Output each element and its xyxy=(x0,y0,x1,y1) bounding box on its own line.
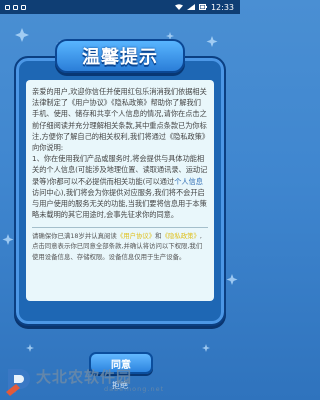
user-agreement-link[interactable]: 《用户协议》 xyxy=(117,232,155,240)
status-bar: 12:33 xyxy=(0,0,240,14)
battery-icon xyxy=(198,4,207,10)
divider xyxy=(32,227,208,228)
dialog-title-plate: 温馨提示 xyxy=(55,39,185,73)
dialog-content: 亲爱的用户,欢迎你信任并使用红包乐消消我们依据相关法律制定了《用户协议》《隐私政… xyxy=(26,80,214,301)
dialog-title: 温馨提示 xyxy=(82,47,158,68)
policy-item-1: 1、你在使用我们产品或服务时,将会提供与具体功能相关的个人信息(可能涉及地理位置… xyxy=(32,153,208,220)
watermark-logo-icon xyxy=(6,369,30,396)
notification-icon xyxy=(5,4,10,10)
notification-icon xyxy=(13,4,18,10)
policy-item-1-cont: 访问中心),我们将会为你提供对应服务,我们将不会开启与用户使用的服务无关的功能,… xyxy=(32,187,207,220)
notification-icon xyxy=(21,4,26,10)
signal-icon xyxy=(186,4,195,10)
watermark-url: dabeinong.net xyxy=(104,385,165,393)
policy-intro: 亲爱的用户,欢迎你信任并使用红包乐消消我们依据相关法律制定了《用户协议》《隐私政… xyxy=(32,87,207,153)
policy-scroll-area[interactable]: 亲爱的用户,欢迎你信任并使用红包乐消消我们依据相关法律制定了《用户协议》《隐私政… xyxy=(32,86,208,224)
consent-text: 请确保你已满18岁并认真阅读《用户协议》和《隐私政策》,点击同意表示你已同意全部… xyxy=(32,231,208,262)
consent-prefix: 请确保你已满18岁并认真阅读 xyxy=(32,232,117,240)
notification-icons xyxy=(0,4,26,10)
clock: 12:33 xyxy=(210,2,234,12)
wifi-icon xyxy=(174,4,183,10)
privacy-policy-link[interactable]: 《隐私政策》 xyxy=(162,232,200,240)
status-right: 12:33 xyxy=(174,2,240,12)
personal-info-link[interactable]: 个人信息 xyxy=(174,177,203,186)
watermark-brand: 大北农软件园 xyxy=(36,368,133,386)
